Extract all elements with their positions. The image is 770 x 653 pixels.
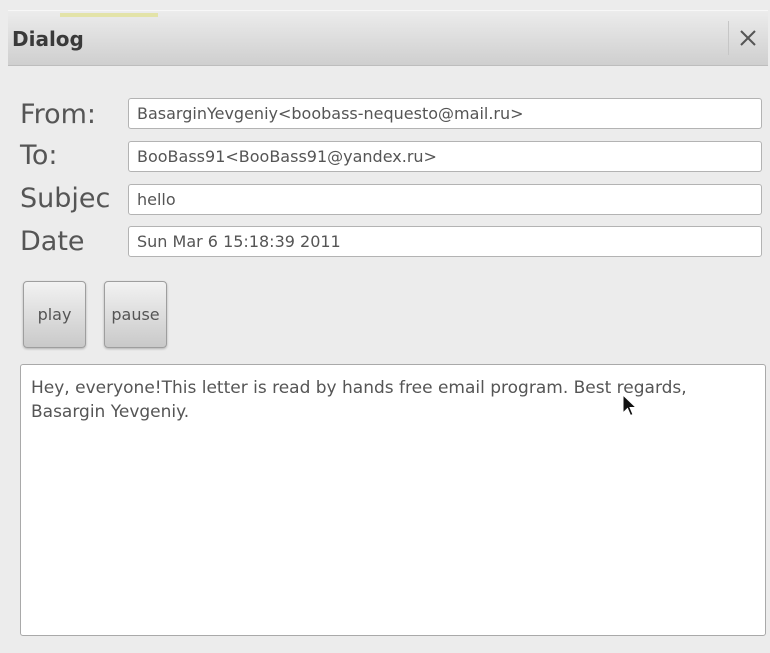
pause-button[interactable]: pause: [104, 281, 167, 348]
message-body[interactable]: Hey, everyone!This letter is read by han…: [20, 364, 766, 636]
from-label: From:: [20, 99, 96, 130]
mouse-pointer-icon: [622, 394, 638, 417]
to-label: To:: [20, 140, 58, 171]
date-field[interactable]: Sun Mar 6 15:18:39 2011: [128, 226, 762, 257]
close-icon: [740, 30, 756, 46]
to-field[interactable]: BooBass91<BooBass91@yandex.ru>: [128, 141, 762, 172]
subject-field[interactable]: hello: [128, 184, 762, 215]
date-label: Date: [20, 226, 85, 257]
from-field[interactable]: BasarginYevgeniy<boobass-nequesto@mail.r…: [128, 98, 762, 129]
dialog-title: Dialog: [12, 27, 84, 51]
subject-label: Subjec: [20, 183, 111, 214]
play-button[interactable]: play: [23, 281, 86, 348]
title-bar: Dialog: [8, 10, 768, 66]
title-accent: [60, 13, 158, 17]
close-button[interactable]: [728, 21, 767, 55]
dialog-window: Dialog From: BasarginYevgeniy<boobass-ne…: [0, 0, 770, 653]
